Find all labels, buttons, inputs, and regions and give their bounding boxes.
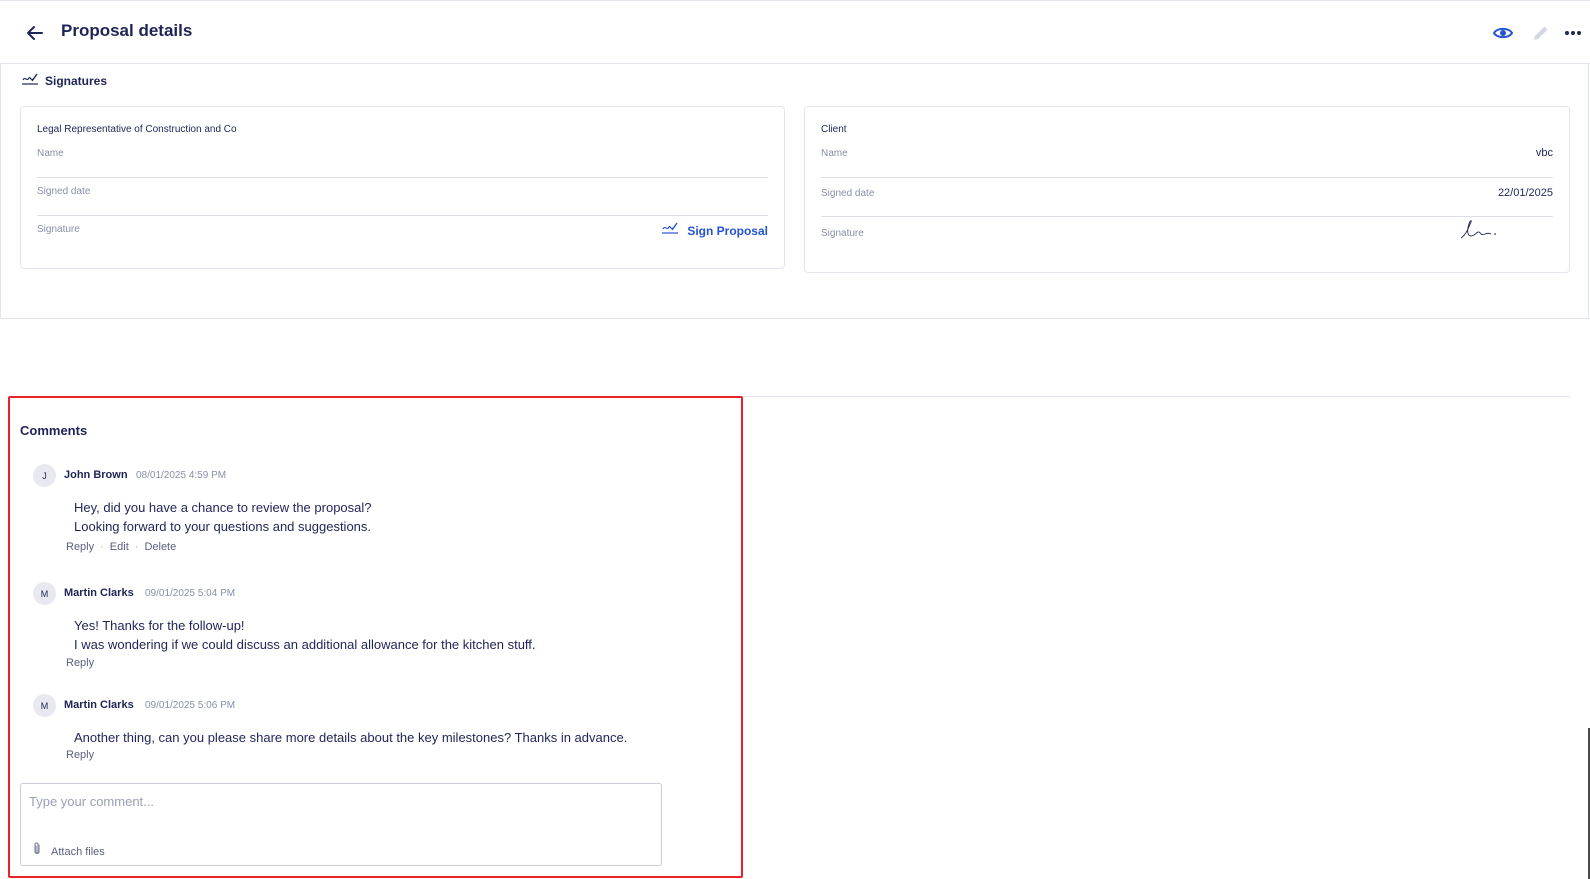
- signed-date-label: Signed date: [37, 186, 91, 197]
- attach-files-label: Attach files: [51, 845, 105, 858]
- section-divider: [0, 318, 1590, 319]
- comment-text-line: Looking forward to your questions and su…: [74, 519, 372, 534]
- comment-author: Martin Clarks: [64, 699, 134, 711]
- signature-label: Signature: [37, 224, 80, 235]
- page-title: Proposal details: [61, 21, 193, 40]
- signed-date-row: Signed date 22/01/2025: [821, 179, 1553, 217]
- comment-text-line: Another thing, can you please share more…: [74, 730, 628, 745]
- comment-timestamp: 08/01/2025 4:59 PM: [136, 470, 227, 481]
- avatar: J: [33, 464, 56, 487]
- signature-pen-icon: [21, 72, 39, 91]
- comment-timestamp: 09/01/2025 5:06 PM: [145, 700, 236, 711]
- legal-representative-signature-card: Legal Representative of Construction and…: [20, 106, 785, 269]
- left-border: [0, 64, 1, 319]
- signature-label: Signature: [821, 228, 864, 239]
- comments-title: Comments: [20, 423, 88, 438]
- card-title: Legal Representative of Construction and…: [37, 124, 237, 135]
- comment-author: Martin Clarks: [64, 587, 134, 599]
- name-row: Name: [37, 140, 768, 178]
- page-header: Proposal details: [0, 0, 1590, 64]
- name-label: Name: [821, 148, 848, 159]
- edit-link[interactable]: Edit: [110, 541, 129, 553]
- comment-input[interactable]: [29, 794, 649, 820]
- card-title: Client: [821, 124, 847, 135]
- avatar: M: [33, 582, 56, 605]
- name-label: Name: [37, 148, 64, 159]
- signed-date-value: 22/01/2025: [1497, 187, 1553, 199]
- comment-text-line: I was wondering if we could discuss an a…: [74, 637, 536, 652]
- eye-icon[interactable]: [1491, 21, 1515, 45]
- separator-dot: ·: [100, 541, 104, 553]
- sign-proposal-label: Sign Proposal: [687, 223, 768, 238]
- reply-link[interactable]: Reply: [66, 541, 94, 553]
- signature-row: Signature: [37, 216, 768, 254]
- comment-input-box: Attach files: [20, 783, 662, 866]
- client-signature-image: [1459, 218, 1503, 247]
- comment-actions: Reply · Edit · Delete: [66, 541, 176, 553]
- reply-link[interactable]: Reply: [66, 657, 94, 669]
- signature-row: Signature: [821, 218, 1553, 256]
- right-border: [1588, 64, 1589, 319]
- delete-link[interactable]: Delete: [144, 541, 176, 553]
- signed-date-label: Signed date: [821, 188, 875, 199]
- comment-text-line: Yes! Thanks for the follow-up!: [74, 618, 245, 633]
- signatures-label: Signatures: [45, 74, 108, 88]
- signatures-section-header: Signatures: [21, 72, 107, 90]
- separator-dot: ·: [134, 541, 139, 553]
- back-arrow-icon[interactable]: [24, 22, 46, 44]
- paperclip-icon: [31, 841, 43, 862]
- comment-actions: Reply: [66, 657, 94, 669]
- name-value: vbc: [1535, 147, 1553, 159]
- client-signature-card: Client Name vbc Signed date 22/01/2025 S…: [804, 106, 1570, 273]
- reply-link[interactable]: Reply: [66, 749, 94, 761]
- more-horizontal-icon[interactable]: [1562, 21, 1586, 45]
- comment-author: John Brown: [64, 469, 128, 481]
- name-row: Name vbc: [821, 140, 1553, 178]
- signature-pen-icon: [661, 221, 679, 240]
- comment-text-line: Hey, did you have a chance to review the…: [74, 500, 372, 515]
- avatar: M: [33, 694, 56, 717]
- pencil-icon[interactable]: [1529, 21, 1553, 45]
- attach-files-button[interactable]: Attach files: [31, 841, 105, 862]
- signed-date-row: Signed date: [37, 178, 768, 216]
- sign-proposal-button[interactable]: Sign Proposal: [661, 221, 768, 240]
- comment-actions: Reply: [66, 749, 94, 761]
- comment-timestamp: 09/01/2025 5:04 PM: [145, 588, 236, 599]
